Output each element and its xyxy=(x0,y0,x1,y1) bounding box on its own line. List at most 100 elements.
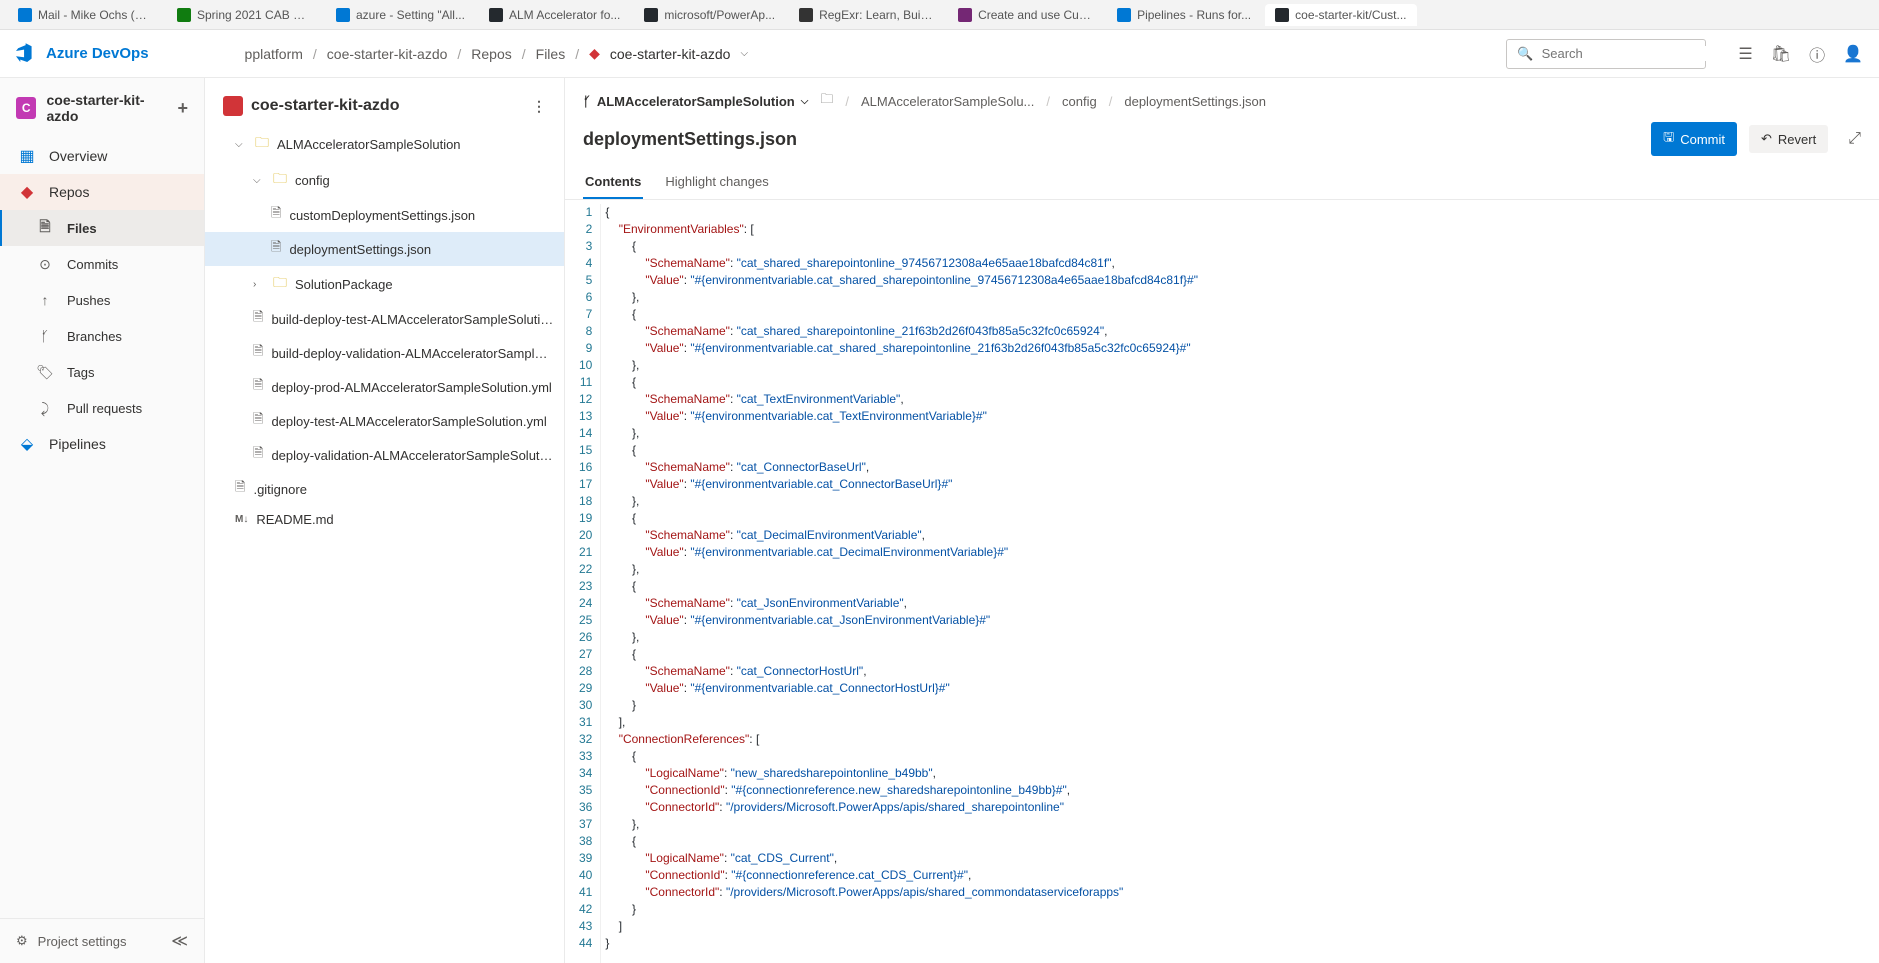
nav-sub-icon: ⤸ xyxy=(36,399,54,417)
help-icon[interactable]: ⓘ xyxy=(1809,42,1825,66)
nav-sub-tags[interactable]: 🏷Tags xyxy=(0,354,204,390)
folder-icon: 🗀 xyxy=(255,132,269,156)
tree-file[interactable]: 🗎build-deploy-test-ALMAcceleratorSampleS… xyxy=(205,302,564,336)
nav-sub-pushes[interactable]: ↑Pushes xyxy=(0,282,204,318)
code-editor[interactable]: 1234567891011121314151617181920212223242… xyxy=(565,200,1879,963)
browser-tab[interactable]: microsoft/PowerAp... xyxy=(634,4,785,26)
bc-path[interactable]: config xyxy=(1062,94,1097,109)
tree-folder[interactable]: ⌵ 🗀 ALMAcceleratorSampleSolution xyxy=(205,126,564,162)
favicon xyxy=(1275,8,1289,22)
bc-org[interactable]: pplatform xyxy=(245,46,303,62)
chevron-down-icon[interactable]: ⌵ xyxy=(740,48,748,59)
fullscreen-icon[interactable]: ⤢ xyxy=(1848,130,1861,148)
undo-icon: ↶ xyxy=(1761,131,1772,147)
content-pane: ᚶ ALMAcceleratorSampleSolution ⌵ 🗀 / ALM… xyxy=(565,78,1879,963)
pipelines-icon: ⬙ xyxy=(18,435,36,453)
nav-sub-icon: 🏷 xyxy=(36,363,54,381)
repos-icon: ◆ xyxy=(18,183,36,201)
tree-file[interactable]: 🗎 customDeploymentSettings.json xyxy=(205,198,564,232)
repo-selector[interactable]: coe-starter-kit-azdo ⋮ xyxy=(205,86,564,126)
ado-logo[interactable]: Azure DevOps xyxy=(16,43,149,65)
bc-project[interactable]: coe-starter-kit-azdo xyxy=(327,46,448,62)
azure-devops-icon xyxy=(16,43,38,65)
shopping-bag-icon[interactable]: 🛍 xyxy=(1771,44,1791,64)
tree-folder[interactable]: › 🗀 SolutionPackage xyxy=(205,266,564,302)
collapse-nav-icon[interactable]: ≪ xyxy=(171,931,188,951)
file-icon: 🗎 xyxy=(253,308,263,330)
nav-overview[interactable]: ▦ Overview xyxy=(0,138,204,174)
tree-folder[interactable]: ⌵ 🗀 config xyxy=(205,162,564,198)
favicon xyxy=(489,8,503,22)
browser-tab[interactable]: ALM Accelerator fo... xyxy=(479,4,630,26)
file-tree: coe-starter-kit-azdo ⋮ ⌵ 🗀 ALMAccelerato… xyxy=(205,78,565,963)
chevron-down-icon: ⌵ xyxy=(801,96,809,107)
browser-tab[interactable]: Pipelines - Runs for... xyxy=(1107,4,1261,26)
bc-path[interactable]: deploymentSettings.json xyxy=(1124,94,1266,109)
browser-tab[interactable]: azure - Setting "All... xyxy=(326,4,475,26)
list-icon[interactable]: ☰ xyxy=(1738,44,1752,64)
new-item-button[interactable]: + xyxy=(177,98,188,119)
file-icon: 🗎 xyxy=(235,478,245,500)
favicon xyxy=(1117,8,1131,22)
project-settings[interactable]: ⚙ Project settings ≪ xyxy=(0,918,204,963)
overview-icon: ▦ xyxy=(18,147,36,165)
folder-icon: 🗀 xyxy=(273,272,287,296)
left-nav: C coe-starter-kit-azdo + ▦ Overview ◆ Re… xyxy=(0,78,205,963)
search-input[interactable] xyxy=(1542,46,1718,61)
file-icon: 🗎 xyxy=(253,376,263,398)
bc-sub[interactable]: Files xyxy=(536,46,566,62)
nav-pipelines[interactable]: ⬙ Pipelines xyxy=(0,426,204,462)
person-settings-icon[interactable]: 👤 xyxy=(1843,44,1863,64)
browser-tab[interactable]: coe-starter-kit/Cust... xyxy=(1265,4,1416,26)
bc-path[interactable]: ALMAcceleratorSampleSolu... xyxy=(861,94,1034,109)
browser-tab[interactable]: Mail - Mike Ochs (C... xyxy=(8,4,163,26)
project-name: coe-starter-kit-azdo xyxy=(46,92,167,124)
nav-sub-icon: ↑ xyxy=(36,291,54,309)
breadcrumbs: pplatform / coe-starter-kit-azdo / Repos… xyxy=(245,45,749,62)
file-title: deploymentSettings.json xyxy=(583,129,797,150)
product-name: Azure DevOps xyxy=(46,45,149,62)
file-icon: 🗎 xyxy=(271,204,281,226)
commit-button[interactable]: 🖫 Commit xyxy=(1651,122,1737,156)
nav-sub-icon: ⊙ xyxy=(36,255,54,273)
branch-selector[interactable]: ᚶ ALMAcceleratorSampleSolution ⌵ xyxy=(583,94,808,109)
browser-tab[interactable]: Create and use Cus... xyxy=(948,4,1103,26)
markdown-icon: M↓ xyxy=(235,514,248,525)
favicon xyxy=(799,8,813,22)
nav-sub-commits[interactable]: ⊙Commits xyxy=(0,246,204,282)
ado-header: Azure DevOps pplatform / coe-starter-kit… xyxy=(0,30,1879,78)
branch-icon: ᚶ xyxy=(583,94,591,109)
tree-file[interactable]: 🗎deploy-validation-ALMAcceleratorSampleS… xyxy=(205,438,564,472)
tab-highlight-changes[interactable]: Highlight changes xyxy=(663,166,770,199)
browser-tab[interactable]: Spring 2021 CAB Se... xyxy=(167,4,322,26)
tree-file[interactable]: 🗎deploy-prod-ALMAcceleratorSampleSolutio… xyxy=(205,370,564,404)
search-box[interactable]: 🔍 xyxy=(1506,39,1706,69)
favicon xyxy=(644,8,658,22)
search-icon: 🔍 xyxy=(1517,46,1533,62)
tree-file[interactable]: 🗎 .gitignore xyxy=(205,472,564,506)
nav-sub-icon: 🗎 xyxy=(36,219,54,237)
tab-contents[interactable]: Contents xyxy=(583,166,643,199)
file-icon: 🗎 xyxy=(253,444,263,466)
nav-sub-files[interactable]: 🗎Files xyxy=(0,210,204,246)
folder-icon: 🗀 xyxy=(273,168,287,192)
file-icon: 🗎 xyxy=(271,238,281,260)
folder-icon[interactable]: 🗀 xyxy=(820,90,833,112)
repo-more-icon[interactable]: ⋮ xyxy=(532,98,546,115)
tree-file[interactable]: M↓ README.md xyxy=(205,506,564,533)
tree-file[interactable]: 🗎deploy-test-ALMAcceleratorSampleSolutio… xyxy=(205,404,564,438)
browser-tab[interactable]: RegExr: Learn, Build... xyxy=(789,4,944,26)
project-selector[interactable]: C coe-starter-kit-azdo + xyxy=(0,78,204,138)
save-icon: 🖫 xyxy=(1663,128,1674,150)
tree-file[interactable]: 🗎build-deploy-validation-ALMAcceleratorS… xyxy=(205,336,564,370)
chevron-down-icon: ⌵ xyxy=(235,139,247,150)
revert-button[interactable]: ↶ Revert xyxy=(1749,125,1828,153)
bc-repo[interactable]: coe-starter-kit-azdo xyxy=(610,46,731,62)
tree-file-selected[interactable]: 🗎 deploymentSettings.json xyxy=(205,232,564,266)
gear-icon: ⚙ xyxy=(16,933,28,949)
nav-sub-pull-requests[interactable]: ⤸Pull requests xyxy=(0,390,204,426)
bc-hub[interactable]: Repos xyxy=(471,46,511,62)
nav-repos[interactable]: ◆ Repos xyxy=(0,174,204,210)
file-tabs: Contents Highlight changes xyxy=(565,160,1879,200)
nav-sub-branches[interactable]: ᚶBranches xyxy=(0,318,204,354)
